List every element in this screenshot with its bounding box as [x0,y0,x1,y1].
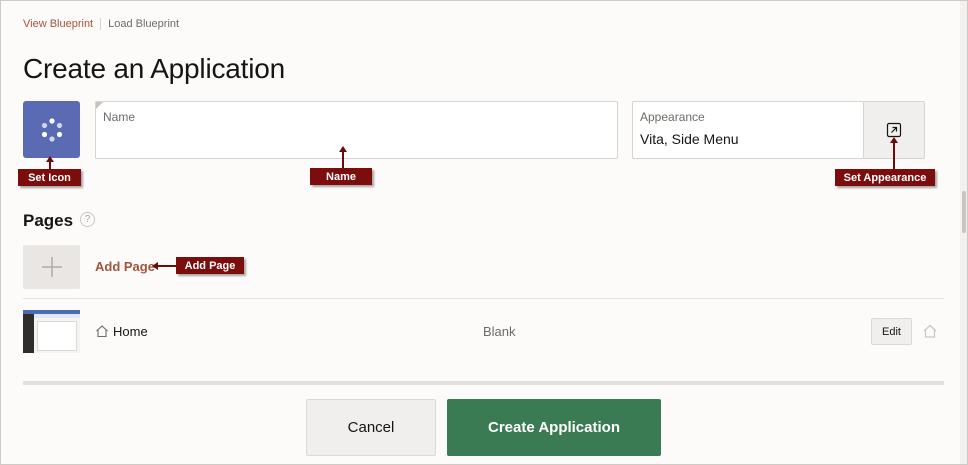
view-blueprint-link[interactable]: View Blueprint [23,18,93,30]
scrollbar-thumb[interactable] [962,191,966,233]
page-thumbnail [23,310,80,353]
vertical-scrollbar[interactable] [960,1,967,464]
breadcrumb: View Blueprint Load Blueprint [23,18,179,30]
thumbnail-toolbar [34,314,80,318]
set-icon-button[interactable] [23,101,80,158]
add-page-callout: Add Page [176,257,244,274]
name-input[interactable] [102,128,610,152]
pages-heading: Pages [23,211,74,230]
set-appearance-arrow [890,137,898,170]
create-application-button[interactable]: Create Application [447,399,661,456]
edit-page-button[interactable]: Edit [871,318,912,345]
home-outline-icon[interactable] [922,323,938,339]
set-appearance-callout: Set Appearance [835,169,935,186]
create-application-page: View Blueprint Load Blueprint Create an … [0,0,968,465]
cancel-button[interactable]: Cancel [306,399,436,456]
appearance-value: Vita, Side Menu [640,131,739,147]
dots-circle-icon [41,117,62,142]
thumbnail-card [37,321,77,351]
pages-divider [23,298,944,299]
breadcrumb-divider [100,18,102,30]
name-field: Name [95,101,618,159]
thumbnail-sidebar [23,314,34,353]
required-indicator [96,102,103,109]
help-circle-icon[interactable]: ? [80,212,95,227]
name-arrow [339,146,347,169]
plus-icon [41,257,62,277]
set-icon-callout: Set Icon [18,169,81,186]
load-blueprint-link[interactable]: Load Blueprint [108,18,179,30]
name-callout: Name [310,168,372,185]
appearance-field: Appearance Vita, Side Menu [632,101,864,159]
add-page-arrow [152,262,177,270]
appearance-label: Appearance [640,110,705,124]
pages-footer-bar [23,381,944,385]
name-label: Name [103,110,136,124]
page-type: Blank [483,324,516,339]
page-name: Home [113,324,148,339]
external-link-icon [886,122,902,138]
add-page-link[interactable]: Add Page [95,259,155,274]
page-title: Create an Application [23,53,285,84]
add-page-tile[interactable] [23,245,80,289]
home-icon [96,325,108,338]
